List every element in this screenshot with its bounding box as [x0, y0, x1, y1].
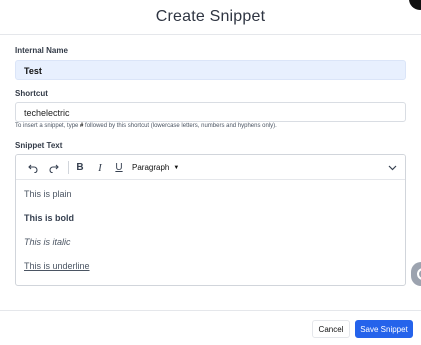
shortcut-help-text: To insert a snippet, type # followed by …	[15, 123, 277, 129]
internal-name-input[interactable]: Test	[15, 60, 406, 80]
italic-text-line: This is italic	[24, 237, 71, 247]
rich-text-editor[interactable]: B I U Paragraph ▼ This is plain This is …	[15, 154, 406, 286]
dialog-title: Create Snippet	[155, 8, 266, 25]
italic-button[interactable]: I	[93, 160, 107, 175]
dialog-header: Create Snippet	[0, 0, 421, 35]
underline-button[interactable]: U	[112, 160, 126, 175]
underline-text-line: This is underline	[24, 261, 90, 271]
paragraph-dropdown[interactable]: Paragraph ▼	[132, 160, 186, 175]
undo-icon[interactable]	[26, 160, 40, 175]
shortcut-input[interactable]: techelectric	[15, 102, 406, 122]
cancel-button[interactable]: Cancel	[312, 320, 350, 338]
editor-toolbar: B I U Paragraph ▼	[16, 155, 405, 180]
shortcut-label: Shortcut	[15, 89, 48, 98]
save-snippet-button[interactable]: Save Snippet	[355, 320, 413, 338]
internal-name-label: Internal Name	[15, 46, 68, 55]
toolbar-divider	[68, 161, 69, 174]
side-help-icon[interactable]	[411, 262, 421, 286]
caret-down-icon: ▼	[173, 164, 180, 171]
chevron-down-icon[interactable]	[385, 160, 399, 175]
snippet-text-label: Snippet Text	[15, 141, 63, 150]
paragraph-label: Paragraph	[132, 163, 170, 172]
plain-text-line: This is plain	[24, 189, 72, 199]
bold-button[interactable]: B	[73, 160, 87, 175]
redo-icon[interactable]	[47, 160, 61, 175]
bold-text-line: This is bold	[24, 213, 75, 223]
obscured-text-line: ▬▬ ▬▬ ▬▬▬▬▬▬▬▬ ▬▬▬ ▬▬▬ ▬▬▬▬▬ ▬▬▬▬ ▬▬▬▬▬▬…	[24, 285, 406, 286]
dialog-footer: Cancel Save Snippet	[0, 310, 421, 345]
